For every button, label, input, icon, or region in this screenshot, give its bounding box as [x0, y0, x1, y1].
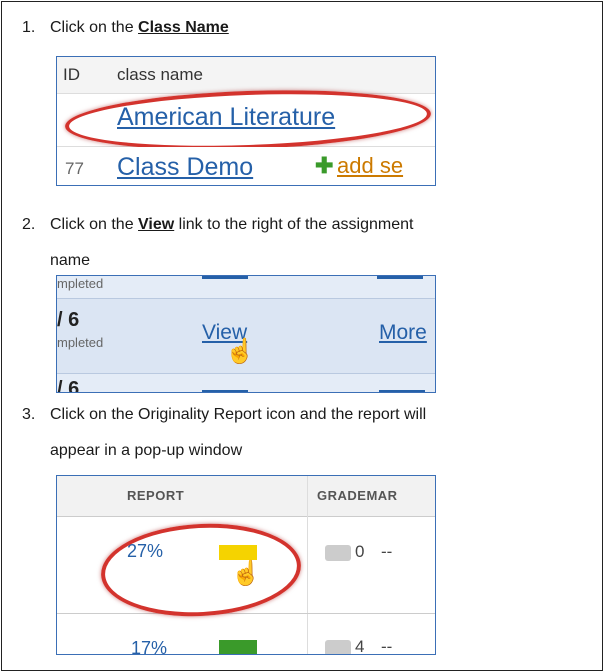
column-class-name: class name	[117, 65, 203, 84]
class-id: 77	[65, 159, 84, 178]
step-number: 1.	[22, 19, 36, 36]
step-text: Click on the Originality Report icon and…	[50, 406, 427, 423]
comment-bubble-icon	[325, 640, 351, 654]
hand-pointer-icon: ☝	[225, 338, 255, 365]
more-link-fragment	[379, 390, 425, 392]
column-report: REPORT	[127, 488, 185, 503]
step-keyword: View	[138, 216, 175, 233]
class-list-screenshot: ID class name American Literature 77 Cla…	[56, 56, 436, 186]
table-header: ID class name	[57, 57, 435, 94]
step-text: Click on the	[50, 19, 139, 36]
step-text-line2: name	[50, 252, 91, 269]
more-link[interactable]: More	[379, 321, 427, 345]
column-id: ID	[63, 65, 80, 84]
column-grademark: GRADEMAR	[317, 488, 398, 503]
add-section-link[interactable]: add se	[337, 153, 403, 179]
class-link-class-demo[interactable]: Class Demo	[117, 153, 253, 182]
table-row: 77 Class Demo ✚ add se	[57, 147, 435, 185]
grade-value: --	[381, 542, 393, 561]
view-link-fragment	[202, 390, 248, 392]
comment-count: 4	[355, 637, 365, 655]
step-number: 3.	[22, 406, 36, 423]
step-keyword: Class Name	[138, 19, 229, 36]
submission-count: / 6	[57, 309, 80, 331]
more-link-fragment	[377, 276, 423, 279]
table-header: REPORT GRADEMAR	[57, 476, 435, 517]
comment-count: 0	[355, 542, 365, 561]
submission-count: / 6	[57, 378, 80, 393]
step-text: Click on the	[50, 216, 139, 233]
table-row: mpleted	[57, 276, 435, 299]
originality-report-icon[interactable]	[219, 640, 257, 654]
step-number: 2.	[22, 216, 36, 233]
step-1: 1. Click on the Class Name	[22, 14, 229, 42]
view-link-fragment	[202, 276, 248, 279]
originality-report-screenshot: REPORT GRADEMAR 27% ☝ 0 -- 17% 4 --	[56, 475, 436, 655]
table-row: / 6	[57, 374, 435, 393]
comment-bubble-icon	[325, 545, 351, 561]
step-2: 2. Click on the View link to the right of…	[22, 211, 413, 275]
grade-value: --	[381, 637, 393, 655]
plus-icon: ✚	[315, 153, 334, 178]
step-3: 3. Click on the Originality Report icon a…	[22, 401, 426, 465]
assignment-list-screenshot: mpleted / 6 mpleted View ☝ More / 6	[56, 275, 436, 393]
step-text-cont: link to the right of the assignment	[174, 216, 414, 233]
status-text: mpleted	[57, 276, 104, 291]
step-text-line2: appear in a pop-up window	[50, 442, 243, 459]
similarity-percent: 17%	[131, 638, 168, 655]
table-row: 17% 4 --	[57, 614, 435, 655]
table-row: / 6 mpleted View ☝ More	[57, 299, 435, 374]
status-text: mpleted	[57, 335, 104, 350]
